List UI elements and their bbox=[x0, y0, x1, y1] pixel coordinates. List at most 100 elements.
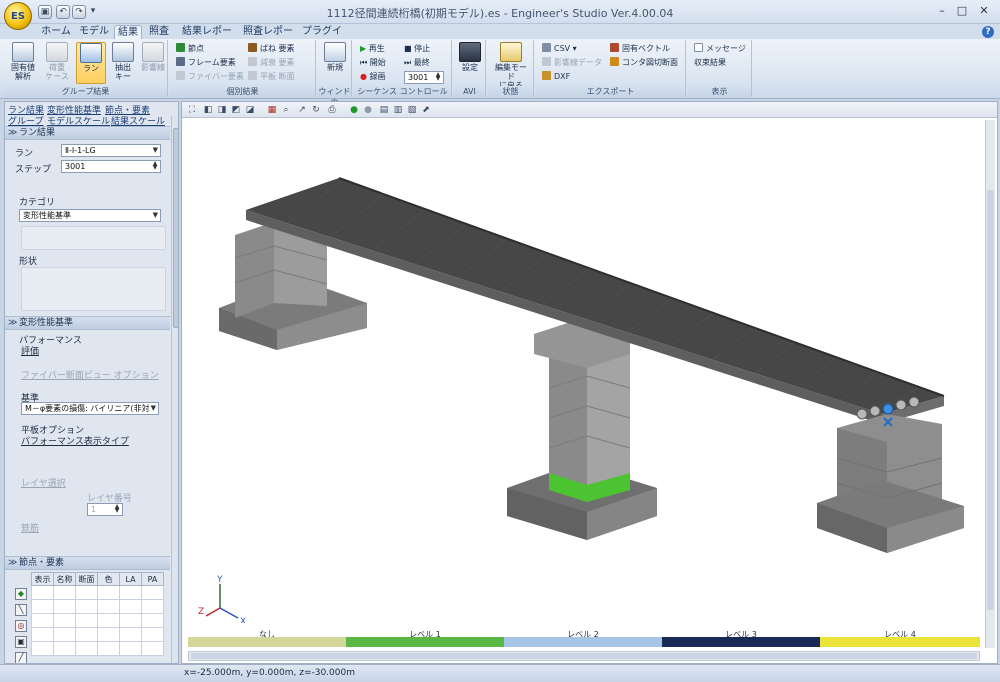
avi-settings-button[interactable]: 設定 bbox=[455, 42, 485, 72]
fit-view-icon[interactable]: ⛶ bbox=[186, 104, 198, 116]
category-select[interactable]: 変形性能基準 ▼ bbox=[19, 209, 161, 222]
side-view-icon[interactable]: ◩ bbox=[230, 104, 242, 116]
close-button[interactable]: ✕ bbox=[976, 4, 992, 18]
run-select[interactable]: Ⅱ-Ⅰ-1-LG ▼ bbox=[61, 144, 161, 157]
rebar-link[interactable]: 鉄筋 bbox=[21, 521, 39, 534]
tab-plugin[interactable]: プラグイン bbox=[300, 25, 344, 50]
vscroll-thumb[interactable] bbox=[987, 190, 994, 610]
plate-section-button[interactable]: 平板 断面 bbox=[248, 71, 295, 83]
center-pier[interactable] bbox=[507, 320, 657, 540]
sequence-step-input[interactable]: 3001 ▲ ▼ bbox=[404, 71, 444, 84]
bridge-model[interactable]: Y X Z bbox=[182, 118, 982, 623]
viewport-3d[interactable]: ⛶ ◧ ◨ ◩ ◪ ▦ ⌕ ↗ ↻ ⎙ ● ● ▤ ▥ ▧ ⬈ Y X Z なし… bbox=[181, 101, 998, 664]
table-row[interactable] bbox=[31, 613, 164, 628]
select-icon[interactable]: ⬈ bbox=[420, 104, 432, 116]
layer-select-link[interactable]: レイヤ選択 bbox=[21, 476, 66, 489]
layer-number-input[interactable]: 1 ▲ ▼ bbox=[87, 503, 123, 516]
fiber-element-button[interactable]: ファイバー要素 bbox=[176, 71, 244, 83]
right-abutment[interactable] bbox=[817, 414, 964, 553]
fiber-view-option-link[interactable]: ファイバー断面ビュー オプション bbox=[21, 368, 159, 381]
spring-row-icon[interactable]: ◎ bbox=[15, 620, 27, 632]
tab-check-report[interactable]: 照査レポート bbox=[240, 25, 296, 50]
tab-home[interactable]: ホーム bbox=[40, 25, 72, 40]
maximize-button[interactable]: □ bbox=[954, 4, 970, 18]
node-element-grid[interactable]: 表示 名称 断面 色 LA PA bbox=[31, 572, 164, 656]
frame-row-icon[interactable]: ╲ bbox=[15, 604, 27, 616]
col-pa[interactable]: PA bbox=[141, 572, 164, 586]
influence-data-button[interactable]: 影響線データ bbox=[542, 57, 602, 69]
print-icon[interactable]: ⎙ bbox=[326, 104, 338, 116]
layer-spinner-icon[interactable]: ▲ ▼ bbox=[113, 504, 121, 514]
minimize-button[interactable]: – bbox=[934, 4, 950, 18]
step-spinner-icon[interactable]: ▲ ▼ bbox=[151, 161, 159, 171]
left-scroll-thumb[interactable] bbox=[173, 128, 178, 328]
spring-element-button[interactable]: ばね 要素 bbox=[248, 43, 295, 55]
zoom-window-icon[interactable]: ▦ bbox=[266, 104, 278, 116]
tab-result[interactable]: 結果 bbox=[114, 25, 142, 40]
stop-button[interactable]: ■ 停止 bbox=[404, 43, 430, 55]
eigenvector-button[interactable]: 固有ベクトル bbox=[610, 43, 670, 55]
run-section-header[interactable]: ≫ ラン結果 bbox=[5, 126, 170, 140]
front-view-icon[interactable]: ◨ bbox=[216, 104, 228, 116]
load-case-button[interactable]: 荷重 ケース bbox=[42, 42, 72, 81]
eigen-analysis-button[interactable]: 固有値 解析 bbox=[8, 42, 38, 81]
left-panel-scrollbar[interactable] bbox=[171, 116, 178, 663]
col-la[interactable]: LA bbox=[119, 572, 142, 586]
tab-model[interactable]: モデル bbox=[78, 25, 110, 40]
play-button[interactable]: ▶ 再生 bbox=[360, 43, 385, 55]
dxf-button[interactable]: DXF bbox=[542, 71, 570, 83]
influence-line-button[interactable]: 影響線 bbox=[138, 42, 168, 72]
screenshot-icon[interactable]: ▤ bbox=[378, 104, 390, 116]
frame-element-button[interactable]: フレーム要素 bbox=[176, 57, 236, 69]
viewport-vscrollbar[interactable] bbox=[985, 120, 995, 648]
evaluation-link[interactable]: 評価 bbox=[21, 344, 39, 357]
perf-section-header[interactable]: ≫ 変形性能基準 bbox=[5, 316, 170, 330]
csv-dropdown-icon[interactable]: ▾ bbox=[570, 44, 577, 53]
damper-row-icon[interactable]: ▣ bbox=[15, 636, 27, 648]
rotate-icon[interactable]: ↻ bbox=[310, 104, 322, 116]
step-input[interactable]: 3001 ▲ ▼ bbox=[61, 160, 161, 173]
hscroll-thumb[interactable] bbox=[191, 653, 977, 659]
sequence-step-spinner-icon[interactable]: ▲ ▼ bbox=[434, 72, 442, 82]
copy-view-icon[interactable]: ▥ bbox=[392, 104, 404, 116]
message-checkbox[interactable]: メッセージ bbox=[694, 43, 746, 55]
start-button[interactable]: ⏮ 開始 bbox=[360, 57, 386, 69]
new-window-button[interactable]: 新規 bbox=[320, 42, 350, 72]
iso-view-icon[interactable]: ◧ bbox=[202, 104, 214, 116]
group-window-label: ウィンドウ bbox=[318, 86, 351, 107]
tab-check[interactable]: 照査 bbox=[146, 25, 172, 40]
tab-result-report[interactable]: 結果レポート bbox=[178, 25, 236, 50]
table-row[interactable] bbox=[31, 585, 164, 600]
contour-section-button[interactable]: コンタ図切断面 bbox=[610, 57, 678, 69]
table-row[interactable] bbox=[31, 599, 164, 614]
viewport-hscrollbar[interactable] bbox=[188, 651, 980, 661]
app-logo[interactable]: ES bbox=[4, 2, 32, 30]
record-button[interactable]: ● 録画 bbox=[360, 71, 386, 83]
perf-display-type-link[interactable]: パフォーマンス表示タイプ bbox=[21, 434, 129, 447]
zoom-icon[interactable]: ⌕ bbox=[280, 104, 292, 116]
criterion-select[interactable]: M－φ要素の損傷: バイリニア(非対 ▼ bbox=[21, 402, 159, 415]
help-icon[interactable]: ? bbox=[982, 26, 994, 38]
col-name[interactable]: 名称 bbox=[53, 572, 76, 586]
damping-element-button[interactable]: 減衰 要素 bbox=[248, 57, 295, 69]
extract-key-button[interactable]: 抽出 キー bbox=[108, 42, 138, 81]
node-section-header[interactable]: ≫ 節点・要素 bbox=[5, 556, 170, 570]
table-row[interactable] bbox=[31, 627, 164, 642]
back-icon[interactable]: ● bbox=[348, 104, 360, 116]
run-button[interactable]: ラン bbox=[76, 42, 106, 84]
node-row-icon[interactable]: ◆ bbox=[15, 588, 27, 600]
table-row[interactable] bbox=[31, 641, 164, 656]
settings-view-icon[interactable]: ▧ bbox=[406, 104, 418, 116]
last-button[interactable]: ⏭ 最終 bbox=[404, 57, 430, 69]
forward-icon[interactable]: ● bbox=[362, 104, 374, 116]
col-color[interactable]: 色 bbox=[97, 572, 120, 586]
node-button[interactable]: 節点 bbox=[176, 43, 204, 55]
back-to-edit-button[interactable]: 編集モード に戻る bbox=[492, 42, 530, 90]
convergence-result-button[interactable]: 収束結果 bbox=[694, 57, 726, 69]
pan-icon[interactable]: ↗ bbox=[296, 104, 308, 116]
col-display[interactable]: 表示 bbox=[31, 572, 54, 586]
csv-button[interactable]: CSV ▾ bbox=[542, 43, 577, 55]
top-view-icon[interactable]: ◪ bbox=[244, 104, 256, 116]
col-section[interactable]: 断面 bbox=[75, 572, 98, 586]
plate-row-icon[interactable]: ╱ bbox=[15, 652, 27, 663]
